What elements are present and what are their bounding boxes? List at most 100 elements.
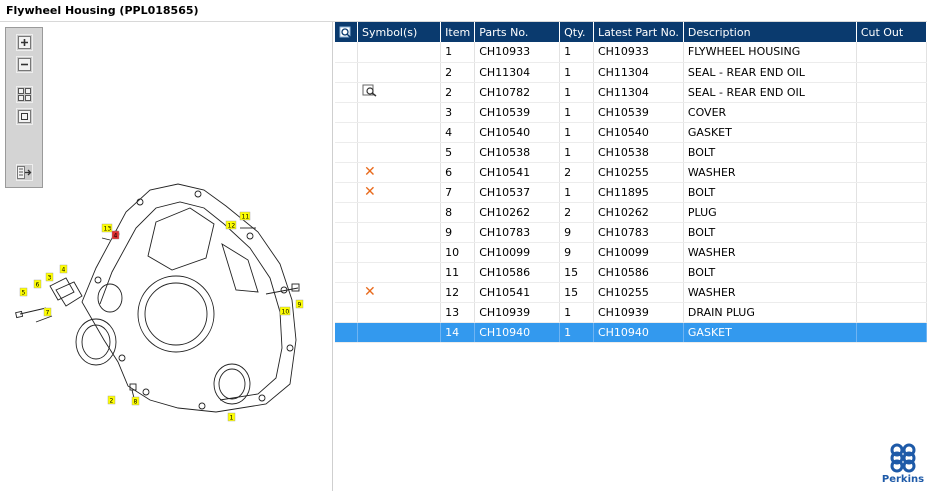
column-header-description[interactable]: Description [683,22,857,42]
cell-symbol [357,122,442,143]
cell-latest-part-no: CH10939 [593,302,684,323]
table-row[interactable]: 2 CH11304 1 CH11304 SEAL - REAR END OIL [335,62,927,83]
table-row[interactable]: ✕ 7 CH10537 1 CH11895 BOLT [335,182,927,203]
table-row[interactable]: ✕ 6 CH10541 2 CH10255 WASHER [335,162,927,183]
table-row[interactable]: 5 CH10538 1 CH10538 BOLT [335,142,927,163]
table-row[interactable]: 3 CH10539 1 CH10539 COVER [335,102,927,123]
callout-label: 3 [48,275,52,282]
cell-latest-part-no: CH10783 [593,222,684,243]
diagram-callout[interactable]: 8 [131,396,140,406]
cell-parts-no: CH10262 [474,202,561,223]
column-header-latest-part-no[interactable]: Latest Part No. [593,22,684,42]
cell-description: SEAL - REAR END OIL [683,82,857,103]
diagram-callout[interactable]: 11 [239,211,251,221]
diagram-callout[interactable]: 12 [225,220,237,230]
cell-parts-no: CH10541 [474,282,561,303]
cell-view [335,62,358,83]
cell-description: WASHER [683,282,857,303]
cross-icon[interactable]: ✕ [364,285,376,299]
cell-cut-out [856,62,927,83]
cell-item: 4 [440,122,476,143]
diagram-callout[interactable]: 3 [45,272,54,282]
actual-size-icon [18,110,31,123]
callout-label: 1 [230,415,234,422]
parts-list-pane[interactable]: Symbol(s) Item Parts No. Qty. Latest Par… [334,22,927,491]
cell-symbol [357,302,442,323]
table-header-row: Symbol(s) Item Parts No. Qty. Latest Par… [335,22,927,42]
column-header-symbols[interactable]: Symbol(s) [357,22,442,42]
drain-plug [101,237,111,241]
cell-view [335,82,358,103]
column-header-item[interactable]: Item [440,22,476,42]
column-header-parts-no[interactable]: Parts No. [474,22,561,42]
diagram-callout[interactable]: 2 [107,395,116,405]
cell-cut-out [856,122,927,143]
cell-qty: 1 [559,102,594,123]
diagram-callout[interactable]: 4 [111,230,120,240]
cell-cut-out [856,302,927,323]
zoom-in-icon [18,36,31,49]
perkins-logo-text: Perkins [881,474,925,485]
table-row[interactable]: 10 CH10099 9 CH10099 WASHER [335,242,927,263]
fit-all-button[interactable] [16,86,33,103]
callout-label: 11 [242,214,250,221]
cell-symbol [357,242,442,263]
table-row[interactable]: 9 CH10783 9 CH10783 BOLT [335,222,927,243]
cross-icon[interactable]: ✕ [364,185,376,199]
table-row[interactable]: 14 CH10940 1 CH10940 GASKET [335,322,927,343]
cell-parts-no: CH10933 [474,42,561,63]
table-row[interactable]: 2 CH10782 1 CH11304 SEAL - REAR END OIL [335,82,927,103]
diagram-callout[interactable]: 13 [101,223,113,233]
cell-latest-part-no: CH10940 [593,322,684,343]
diagram-callout[interactable]: 1 [227,412,236,422]
cross-icon[interactable]: ✕ [364,165,376,179]
zoom-out-button[interactable] [16,56,33,73]
cell-symbol [357,262,442,283]
callout-label: 6 [36,282,40,289]
cell-view [335,302,358,323]
cell-description: BOLT [683,182,857,203]
cell-parts-no: CH10538 [474,142,561,163]
cell-view [335,322,358,343]
actual-size-button[interactable] [16,108,33,125]
perkins-emblem-icon [890,443,916,473]
view-part-icon[interactable] [362,84,378,97]
cell-item: 7 [440,182,476,203]
column-header-cut-out[interactable]: Cut Out [856,22,927,42]
cell-qty: 9 [559,242,594,263]
cell-description: WASHER [683,162,857,183]
cell-description: GASKET [683,122,857,143]
table-row[interactable]: ✕ 12 CH10541 15 CH10255 WASHER [335,282,927,303]
cell-qty: 1 [559,302,594,323]
cell-cut-out [856,242,927,263]
table-row[interactable]: 8 CH10262 2 CH10262 PLUG [335,202,927,223]
callout-label: 12 [228,223,236,230]
diagram-callout[interactable]: 7 [43,307,52,317]
cell-latest-part-no: CH10255 [593,282,684,303]
column-header-qty[interactable]: Qty. [559,22,594,42]
diagram-callout[interactable]: 4 [59,264,68,274]
exploded-parts-diagram[interactable]: 123456789101112134 [0,172,333,422]
cell-description: SEAL - REAR END OIL [683,62,857,83]
cell-view [335,202,358,223]
column-header-view[interactable] [335,22,358,42]
table-row[interactable]: 11 CH10586 15 CH10586 BOLT [335,262,927,283]
cell-qty: 1 [559,142,594,163]
diagram-callout[interactable]: 5 [19,287,28,297]
cell-cut-out [856,182,927,203]
housing-inner-edge [99,201,283,401]
table-row[interactable]: 1 CH10933 1 CH10933 FLYWHEEL HOUSING [335,42,927,63]
table-row[interactable]: 13 CH10939 1 CH10939 DRAIN PLUG [335,302,927,323]
cell-parts-no: CH10940 [474,322,561,343]
crank-bore [137,275,215,353]
table-row[interactable]: 4 CH10540 1 CH10540 GASKET [335,122,927,143]
cell-parts-no: CH10783 [474,222,561,243]
diagram-toolbar [5,27,43,188]
cell-view [335,42,358,63]
diagram-callout[interactable]: 6 [33,279,42,289]
diagram-callout[interactable]: 10 [279,306,291,316]
diagram-pane[interactable]: 1 2 3 4 5 6 7 8 9 10 11 12 13 4 [0,22,333,491]
zoom-in-button[interactable] [16,34,33,51]
diagram-callout[interactable]: 9 [295,299,304,309]
cell-item: 1 [440,42,476,63]
